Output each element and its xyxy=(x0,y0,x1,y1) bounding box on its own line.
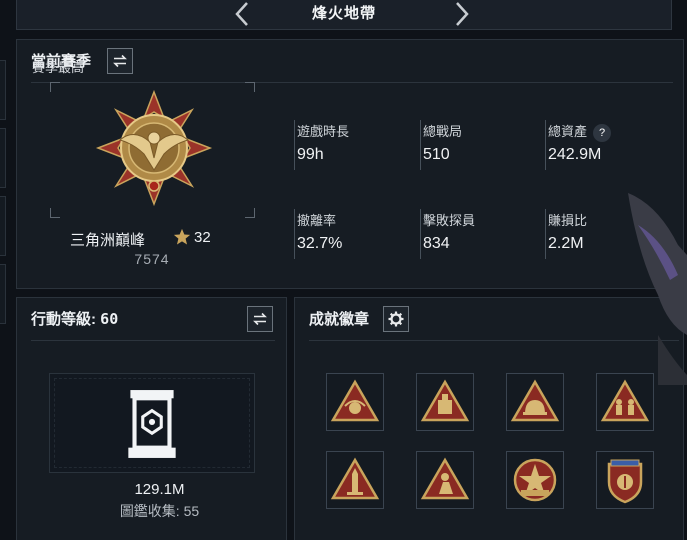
frame-corner xyxy=(245,208,255,218)
stat-bar xyxy=(545,209,546,259)
swap-arrows-icon xyxy=(253,312,267,326)
triangle-emblem-badge-icon xyxy=(330,379,380,422)
star-medal-badge-icon xyxy=(513,458,557,502)
rank-points: 7574 xyxy=(134,251,170,267)
action-level-heading: 行動等級: 60 xyxy=(31,308,118,329)
action-level-divider xyxy=(31,340,275,341)
frame-corner xyxy=(50,82,60,92)
shield-badge-icon xyxy=(607,459,643,504)
stat-total-assets: 總資產? 242.9M xyxy=(545,120,660,176)
rank-emblem-frame xyxy=(50,82,255,218)
achievements-settings-button[interactable] xyxy=(383,306,409,332)
stat-label: 總戰局 xyxy=(423,124,463,139)
stat-label: 撤離率 xyxy=(297,213,337,228)
rank-emblem-icon xyxy=(95,89,213,207)
stat-value: 99h xyxy=(297,146,324,163)
help-icon[interactable]: ? xyxy=(593,123,612,142)
rank-level: 32 xyxy=(194,229,211,246)
triangle-crate-badge-icon xyxy=(420,379,470,422)
collection-card[interactable] xyxy=(49,373,255,473)
stat-label: 總資產? xyxy=(548,121,612,142)
achievement-badge[interactable] xyxy=(506,451,564,509)
collection-count: 圖鑑收集: 55 xyxy=(119,503,200,519)
swap-arrows-icon xyxy=(113,54,127,68)
achievement-badge[interactable] xyxy=(416,451,474,509)
frame-corner xyxy=(50,208,60,218)
left-edge-tab xyxy=(0,196,6,256)
stat-value: 510 xyxy=(423,146,450,163)
triangle-rocket-badge-icon xyxy=(330,457,380,500)
collection-case-icon xyxy=(128,390,176,458)
triangle-runner-badge-icon xyxy=(420,457,470,500)
stat-label: 擊敗探員 xyxy=(423,213,476,228)
rank-name: 三角洲巔峰 xyxy=(70,232,146,249)
mode-title: 烽火地帶 xyxy=(311,5,376,22)
stat-label: 賺損比 xyxy=(548,213,588,228)
stat-label-text: 總資產 xyxy=(548,124,588,139)
stat-value: 834 xyxy=(423,235,450,252)
achievement-badge[interactable] xyxy=(326,373,384,431)
stat-play-time: 遊戲時長 99h xyxy=(294,120,409,176)
achievement-badge[interactable] xyxy=(416,373,474,431)
weapon-render-image xyxy=(628,193,687,385)
action-level-label: 行動等級: xyxy=(31,311,101,328)
left-edge-tab xyxy=(0,128,6,188)
next-mode-button[interactable] xyxy=(451,0,473,28)
stat-extract-rate: 撤離率 32.7% xyxy=(294,209,409,265)
stat-value: 2.2M xyxy=(548,235,584,252)
stat-bar xyxy=(420,120,421,170)
action-level-value: 129.1M xyxy=(134,481,185,498)
triangle-helmet-badge-icon xyxy=(510,379,560,422)
left-edge-tab xyxy=(0,264,6,324)
stat-bar xyxy=(294,209,295,259)
stat-value: 32.7% xyxy=(297,235,343,252)
action-level-number: 60 xyxy=(100,310,119,328)
stat-value: 242.9M xyxy=(548,146,602,163)
stat-bar xyxy=(420,209,421,259)
left-edge-strip xyxy=(0,60,6,360)
frame-corner xyxy=(245,82,255,92)
stat-bar xyxy=(294,120,295,170)
achievement-badge[interactable] xyxy=(506,373,564,431)
season-switch-button[interactable] xyxy=(107,48,133,74)
achievement-badge[interactable] xyxy=(596,451,654,509)
gear-icon xyxy=(388,311,404,327)
achievement-badge[interactable] xyxy=(326,451,384,509)
mode-selector-bar: 烽火地帶 xyxy=(16,0,672,30)
stat-operators-defeated: 擊敗探員 834 xyxy=(420,209,535,265)
star-icon xyxy=(173,228,191,245)
season-subheading: 賽季最高 xyxy=(32,60,85,75)
stat-label: 遊戲時長 xyxy=(297,124,350,139)
stat-bar xyxy=(545,120,546,170)
chevron-right-icon xyxy=(456,2,469,26)
left-edge-tab xyxy=(0,60,6,120)
achievements-heading: 成就徽章 xyxy=(309,311,370,328)
action-level-switch-button[interactable] xyxy=(247,306,273,332)
stat-total-matches: 總戰局 510 xyxy=(420,120,535,176)
